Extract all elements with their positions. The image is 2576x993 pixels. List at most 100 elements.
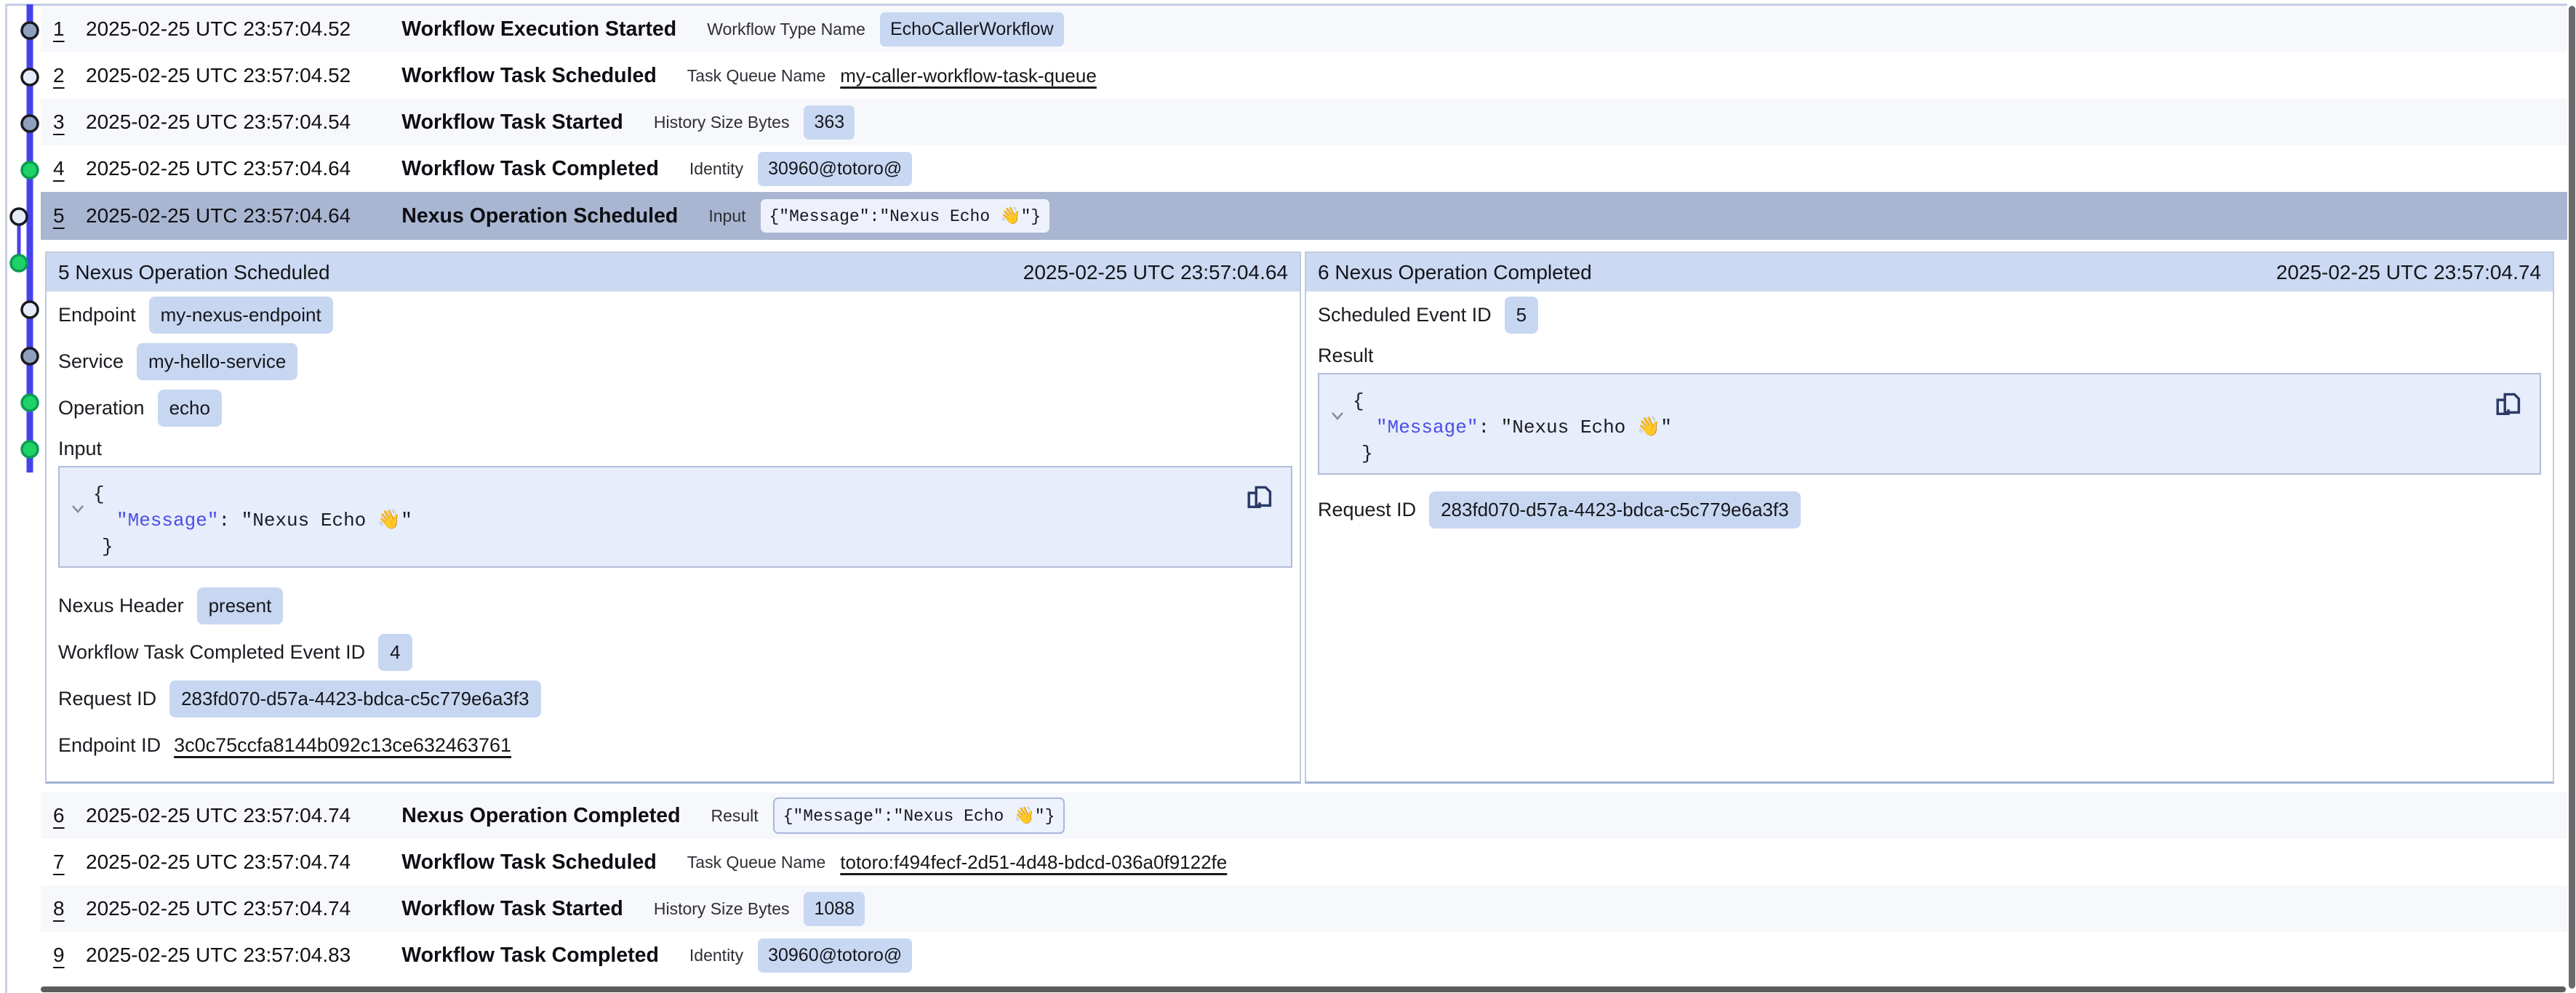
event-row[interactable]: 2 2025-02-25 UTC 23:57:04.52 Workflow Ta… [41, 52, 2567, 99]
event-name: Nexus Operation Completed [401, 804, 680, 828]
code-field: Input { "Message": "Nexus Echo 👋" } [58, 431, 1300, 568]
event-id-link[interactable]: 3 [53, 110, 72, 134]
event-field-link[interactable]: totoro:f494fecf-2d51-4d48-bdcd-036a0f912… [840, 851, 1227, 874]
chevron-down-icon[interactable] [68, 499, 87, 524]
event-row[interactable]: 9 2025-02-25 UTC 23:57:04.83 Workflow Ta… [41, 932, 2567, 978]
panel-field-value: my-nexus-endpoint [149, 297, 333, 334]
event-timestamp: 2025-02-25 UTC 23:57:04.52 [86, 17, 351, 41]
event-row[interactable]: 6 2025-02-25 UTC 23:57:04.74 Nexus Opera… [41, 792, 2567, 839]
event-name: Workflow Task Scheduled [401, 851, 657, 875]
event-name: Workflow Task Completed [401, 157, 659, 181]
event-timestamp: 2025-02-25 UTC 23:57:04.74 [86, 804, 351, 827]
event-id-link[interactable]: 5 [53, 204, 72, 228]
event-timestamp: 2025-02-25 UTC 23:57:04.74 [86, 851, 351, 874]
panel-field: Endpoint ID 3c0c75ccfa8144b092c13ce63246… [58, 722, 1300, 768]
event-field-value: 363 [804, 105, 855, 140]
copy-icon[interactable] [1243, 478, 1276, 512]
json-close-brace: } [60, 533, 1291, 559]
panel-field-value: echo [158, 390, 222, 427]
event-field-label: Identity [689, 159, 743, 179]
event-name: Workflow Task Scheduled [401, 64, 657, 88]
panel-field-label: Request ID [58, 688, 156, 710]
event-field-value: EchoCallerWorkflow [880, 12, 1064, 47]
event-field-label: Identity [689, 946, 743, 965]
event-row[interactable]: 1 2025-02-25 UTC 23:57:04.52 Workflow Ex… [41, 6, 2567, 52]
timeline-dot-green [22, 162, 38, 178]
event-field-label: Task Queue Name [687, 853, 825, 872]
timeline-dot-light [22, 302, 38, 318]
panel-nexus-operation-completed: 6 Nexus Operation Completed 2025-02-25 U… [1305, 252, 2554, 784]
event-name: Workflow Execution Started [401, 17, 676, 41]
panel-field-value: 5 [1505, 297, 1538, 334]
event-row[interactable]: 8 2025-02-25 UTC 23:57:04.74 Workflow Ta… [41, 885, 2567, 932]
event-timestamp: 2025-02-25 UTC 23:57:04.64 [86, 204, 351, 228]
event-name: Nexus Operation Scheduled [401, 204, 678, 228]
horizontal-scrollbar[interactable] [41, 986, 2566, 992]
event-field-label: Task Queue Name [687, 66, 825, 86]
panel-field-label: Request ID [1318, 499, 1416, 521]
event-field-label: Input [708, 206, 745, 226]
event-timestamp: 2025-02-25 UTC 23:57:04.83 [86, 944, 351, 967]
event-id-link[interactable]: 8 [53, 897, 72, 920]
panel-field-label: Endpoint [58, 304, 136, 326]
panel-title: 5 Nexus Operation Scheduled [58, 261, 330, 284]
timeline-dot-light [22, 69, 38, 85]
panel-field-label: Scheduled Event ID [1318, 304, 1492, 326]
panel-timestamp: 2025-02-25 UTC 23:57:04.74 [2276, 261, 2541, 284]
chevron-down-icon[interactable] [1328, 406, 1347, 431]
json-key: "Message" [116, 510, 218, 531]
event-timeline-graph [0, 0, 44, 494]
timeline-dot-gray [22, 23, 38, 39]
timeline-dot-gray [22, 348, 38, 364]
panel-field: Nexus Header present [58, 582, 1300, 629]
vertical-scrollbar[interactable] [2569, 6, 2575, 989]
timeline-dot-green [11, 255, 27, 271]
event-field-link[interactable]: my-caller-workflow-task-queue [840, 65, 1097, 87]
event-id-link[interactable]: 1 [53, 17, 72, 41]
panel-field-link[interactable]: 3c0c75ccfa8144b092c13ce632463761 [174, 734, 511, 757]
copy-icon[interactable] [2492, 385, 2525, 419]
json-open-brace: { [60, 467, 1291, 507]
event-timestamp: 2025-02-25 UTC 23:57:04.74 [86, 897, 351, 920]
event-row[interactable]: 7 2025-02-25 UTC 23:57:04.74 Workflow Ta… [41, 839, 2567, 885]
panel-field: Workflow Task Completed Event ID 4 [58, 629, 1300, 675]
panel-field: Request ID 283fd070-d57a-4423-bdca-c5c77… [58, 675, 1300, 722]
panel-body: Endpoint my-nexus-endpoint Service my-he… [47, 292, 1300, 768]
panel-field-label: Operation [58, 397, 145, 419]
timeline-dot-green [22, 395, 38, 411]
event-field-value: {"Message":"Nexus Echo 👋"} [761, 199, 1050, 233]
event-row[interactable]: 4 2025-02-25 UTC 23:57:04.64 Workflow Ta… [41, 145, 2567, 192]
event-field-label: History Size Bytes [654, 899, 790, 919]
code-field: Result { "Message": "Nexus Echo 👋" } [1318, 338, 2553, 475]
event-row[interactable]: 3 2025-02-25 UTC 23:57:04.54 Workflow Ta… [41, 99, 2567, 145]
panel-field-label: Nexus Header [58, 595, 184, 617]
event-field-label: Result [711, 806, 758, 826]
panel-field-label: Workflow Task Completed Event ID [58, 641, 365, 664]
panel-header: 5 Nexus Operation Scheduled 2025-02-25 U… [47, 253, 1300, 292]
panel-field: Operation echo [58, 385, 1300, 431]
event-name: Workflow Task Completed [401, 944, 659, 968]
panel-field-value: 283fd070-d57a-4423-bdca-c5c779e6a3f3 [169, 680, 541, 717]
timeline-dot-light [11, 209, 27, 225]
json-close-brace: } [1319, 440, 2540, 466]
panel-field: Request ID 283fd070-d57a-4423-bdca-c5c77… [1318, 486, 2553, 533]
event-name: Workflow Task Started [401, 897, 623, 921]
panel-body: Scheduled Event ID 5 Result { "Message":… [1306, 292, 2553, 533]
panel-field-value: 283fd070-d57a-4423-bdca-c5c779e6a3f3 [1429, 491, 1801, 528]
expanded-event-details: 5 Nexus Operation Scheduled 2025-02-25 U… [45, 252, 2554, 784]
json-viewer: { "Message": "Nexus Echo 👋" } [1318, 373, 2541, 475]
panel-field-value: present [197, 587, 284, 624]
event-timestamp: 2025-02-25 UTC 23:57:04.54 [86, 110, 351, 134]
panel-field-value: 4 [378, 634, 412, 671]
event-id-link[interactable]: 7 [53, 851, 72, 874]
event-id-link[interactable]: 9 [53, 944, 72, 967]
panel-field: Service my-hello-service [58, 338, 1300, 385]
event-id-link[interactable]: 2 [53, 64, 72, 87]
event-id-link[interactable]: 6 [53, 804, 72, 827]
event-field-value: {"Message":"Nexus Echo 👋"} [773, 797, 1065, 834]
event-row[interactable]: 5 2025-02-25 UTC 23:57:04.64 Nexus Opera… [41, 192, 2567, 240]
panel-field: Scheduled Event ID 5 [1318, 292, 2553, 338]
event-id-link[interactable]: 4 [53, 157, 72, 180]
event-name: Workflow Task Started [401, 110, 623, 134]
panel-title: 6 Nexus Operation Completed [1318, 261, 1592, 284]
